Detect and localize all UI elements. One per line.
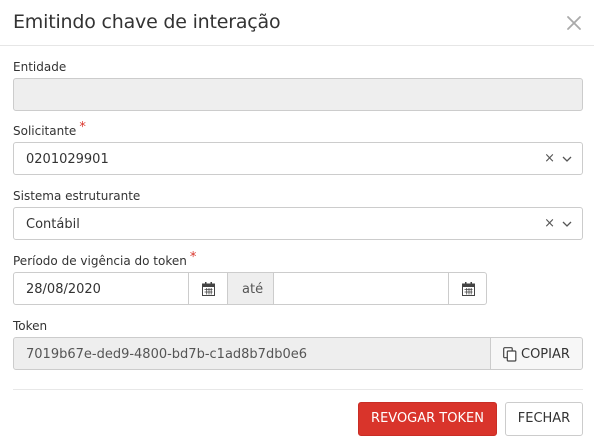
sistema-value: Contábil: [26, 217, 80, 232]
end-date-input[interactable]: [273, 272, 449, 305]
required-mark: *: [79, 120, 86, 135]
sistema-select[interactable]: Contábil ×: [13, 207, 583, 240]
periodo-label: Período de vigência do token *: [13, 250, 197, 268]
dialog-title: Emitindo chave de interação: [13, 11, 281, 33]
close-button[interactable]: FECHAR: [505, 402, 583, 436]
start-date-calendar-button[interactable]: [188, 272, 228, 305]
solicitante-value: 0201029901: [26, 152, 109, 167]
dialog-header: Emitindo chave de interação: [0, 0, 594, 46]
entidade-field: [13, 78, 583, 111]
footer-divider: [13, 389, 583, 390]
clear-icon[interactable]: ×: [544, 151, 555, 166]
chevron-down-icon[interactable]: [562, 219, 572, 229]
copy-icon: [503, 347, 517, 362]
token-field: 7019b67e-ded9-4800-bd7b-c1ad8b7db0e6: [13, 337, 491, 370]
copy-button[interactable]: COPIAR: [490, 337, 583, 370]
entidade-label: Entidade: [13, 60, 67, 74]
calendar-icon: [202, 282, 215, 296]
token-value: 7019b67e-ded9-4800-bd7b-c1ad8b7db0e6: [26, 347, 307, 362]
close-icon[interactable]: [565, 14, 583, 32]
clear-icon[interactable]: ×: [544, 216, 555, 231]
chevron-down-icon[interactable]: [562, 154, 572, 164]
end-date-calendar-button[interactable]: [448, 272, 487, 305]
date-range-separator: até: [227, 272, 274, 305]
start-date-value: 28/08/2020: [26, 282, 101, 297]
revoke-token-button[interactable]: REVOGAR TOKEN: [358, 402, 497, 436]
solicitante-label: Solicitante *: [13, 120, 86, 138]
token-label: Token: [13, 319, 48, 333]
required-mark: *: [189, 250, 197, 265]
copy-button-label: COPIAR: [521, 347, 570, 362]
start-date-input[interactable]: 28/08/2020: [13, 272, 189, 305]
sistema-label: Sistema estruturante: [13, 189, 141, 203]
solicitante-select[interactable]: 0201029901 ×: [13, 142, 583, 175]
calendar-icon: [462, 282, 475, 296]
